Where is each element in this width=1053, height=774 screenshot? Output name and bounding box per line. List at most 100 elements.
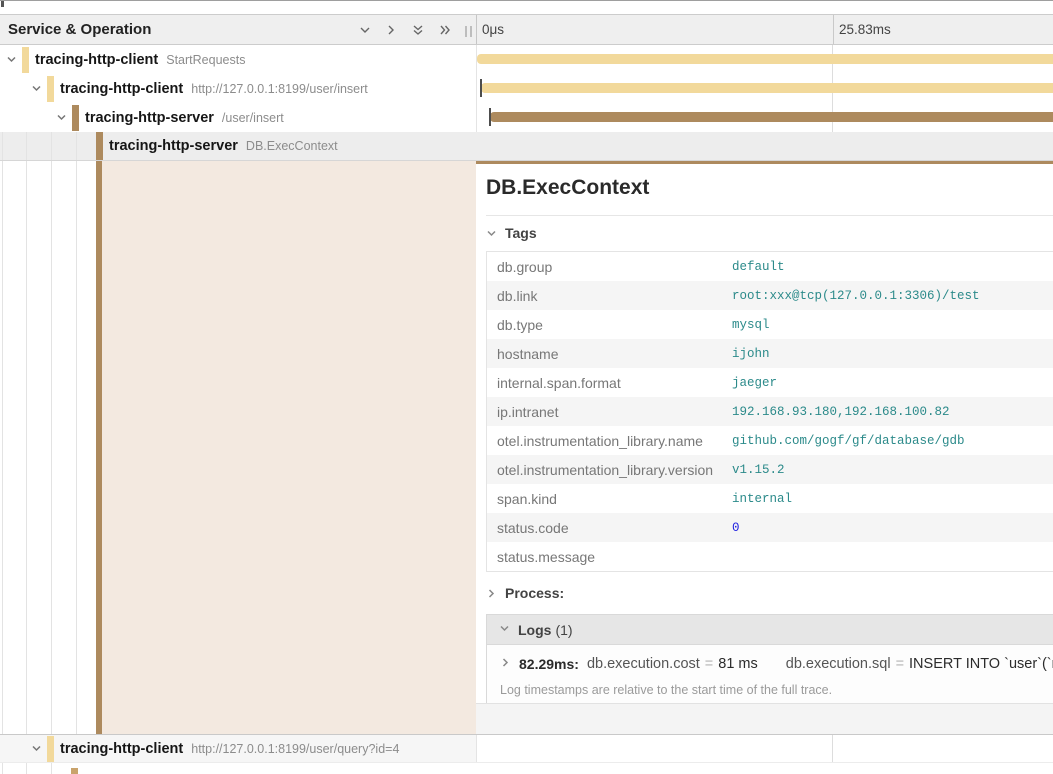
tag-key: db.group (487, 259, 732, 275)
log-field-value: 81 ms (718, 656, 758, 672)
chevron-down-icon (486, 228, 497, 239)
tag-value: 0 (732, 521, 740, 535)
span-operation-name: DB.ExecContext (246, 139, 338, 153)
span-row-partial[interactable] (0, 763, 1053, 774)
indent-guide (51, 763, 52, 774)
log-field-sql: db.execution.sql = INSERT INTO `user`(`n… (786, 656, 1053, 672)
span-timeline-cell[interactable] (476, 45, 1053, 74)
expand-all-icon[interactable] (438, 23, 454, 37)
span-color-swatch (47, 76, 54, 102)
span-row-client-query[interactable]: tracing-http-client http://127.0.0.1:819… (0, 735, 1053, 763)
timeline-ruler: 0μs 25.83ms (476, 15, 1053, 44)
log-entry-toggle[interactable]: 82.29ms: db.execution.cost = 81 ms db.ex… (487, 645, 1053, 679)
span-name-cell[interactable]: tracing-http-server DB.ExecContext (0, 132, 476, 160)
span-name-cell[interactable]: tracing-http-client StartRequests (0, 45, 476, 74)
tag-value: v1.15.2 (732, 463, 785, 477)
chevron-down-icon[interactable] (6, 54, 17, 65)
tag-row: span.kindinternal (487, 484, 1053, 513)
span-color-swatch (96, 132, 103, 160)
trace-timeline-view: Service & Operation 0μs 25.83ms tracing-… (0, 0, 1053, 774)
log-field-key: db.execution.sql (786, 656, 891, 672)
span-color-swatch (72, 105, 79, 131)
span-duration-bar[interactable] (490, 112, 1053, 122)
span-timeline-cell[interactable] (476, 735, 1053, 762)
span-service-name: tracing-http-server (85, 110, 214, 126)
ruler-tick-0: 0μs (482, 15, 504, 44)
chevron-right-icon (500, 655, 511, 673)
log-field-key: db.execution.cost (587, 656, 700, 672)
span-name-cell[interactable]: tracing-http-server /user/insert (0, 103, 476, 132)
indent-guide (2, 763, 3, 774)
detail-divider (486, 215, 1053, 216)
tag-key: internal.span.format (487, 375, 732, 391)
process-section-label: Process: (505, 585, 564, 601)
span-duration-bar[interactable] (477, 54, 1053, 64)
span-duration-bar[interactable] (481, 83, 1053, 93)
equals-sign: = (705, 656, 713, 672)
service-operation-title: Service & Operation (0, 21, 151, 38)
collapse-one-icon[interactable] (358, 23, 372, 37)
tag-key: db.type (487, 317, 732, 333)
chevron-right-icon (486, 588, 497, 599)
tag-row: status.code0 (487, 513, 1053, 542)
tag-value: 192.168.93.180,192.168.100.82 (732, 405, 950, 419)
ruler-tick-1: 25.83ms (839, 15, 891, 44)
span-timeline-cell[interactable] (476, 132, 1053, 160)
tag-key: status.code (487, 520, 732, 536)
indent-guide (26, 161, 27, 735)
span-row-start-requests[interactable]: tracing-http-client StartRequests (0, 45, 1053, 74)
span-service-name: tracing-http-client (60, 81, 183, 97)
span-row-db-exec-context-selected[interactable]: tracing-http-server DB.ExecContext (0, 132, 1053, 161)
indent-guide (2, 161, 3, 735)
span-operation-name: http://127.0.0.1:8199/user/insert (191, 82, 368, 96)
span-service-name: tracing-http-client (35, 52, 158, 68)
tags-table: db.groupdefault db.linkroot:xxx@tcp(127.… (486, 251, 1053, 572)
logs-section: Logs (1) 82.29ms: db.execution.cost = 81… (486, 614, 1053, 708)
equals-sign: = (896, 656, 904, 672)
span-operation-name: /user/insert (222, 111, 284, 125)
tag-value: default (732, 260, 785, 274)
tag-value: root:xxx@tcp(127.0.0.1:3306)/test (732, 289, 980, 303)
indent-guide (26, 763, 27, 774)
logs-section-toggle[interactable]: Logs (1) (487, 615, 1053, 645)
tag-row: status.message (487, 542, 1053, 571)
tag-key: status.message (487, 549, 732, 565)
chevron-down-icon[interactable] (56, 112, 67, 123)
tag-value: ijohn (732, 347, 770, 361)
span-name-cell[interactable]: tracing-http-client http://127.0.0.1:819… (0, 735, 476, 762)
expand-one-icon[interactable] (384, 23, 398, 37)
span-timeline-cell[interactable] (476, 103, 1053, 132)
tag-row: ip.intranet192.168.93.180,192.168.100.82 (487, 397, 1053, 426)
indent-guide (76, 161, 77, 735)
tag-value: mysql (732, 318, 770, 332)
tag-key: hostname (487, 346, 732, 362)
tag-row: otel.instrumentation_library.namegithub.… (487, 426, 1053, 455)
process-section-toggle[interactable]: Process: (486, 585, 564, 601)
span-row-client-insert[interactable]: tracing-http-client http://127.0.0.1:819… (0, 74, 1053, 103)
span-start-tick (480, 79, 482, 97)
span-operation-name: http://127.0.0.1:8199/user/query?id=4 (191, 742, 399, 756)
collapse-all-icon[interactable] (410, 23, 426, 37)
column-resize-handle[interactable] (465, 24, 472, 38)
selected-span-tint (102, 161, 476, 735)
span-timeline-cell[interactable] (476, 74, 1053, 103)
log-timestamp: 82.29ms: (519, 656, 579, 672)
detail-bottom-spacer (476, 703, 1053, 734)
indent-guide (51, 161, 52, 735)
chevron-down-icon[interactable] (31, 83, 42, 94)
logs-count: (1) (555, 622, 572, 638)
tags-section-toggle[interactable]: Tags (486, 225, 537, 241)
chevron-down-icon[interactable] (31, 743, 42, 754)
tag-key: span.kind (487, 491, 732, 507)
span-operation-name: StartRequests (166, 53, 245, 67)
chevron-down-icon (499, 621, 510, 639)
span-name-cell[interactable]: tracing-http-client http://127.0.0.1:819… (0, 74, 476, 103)
service-operation-header: Service & Operation (0, 15, 476, 44)
tags-section-label: Tags (505, 225, 537, 241)
span-row-server-insert[interactable]: tracing-http-server /user/insert (0, 103, 1053, 132)
tag-row: internal.span.formatjaeger (487, 368, 1053, 397)
span-detail-panel: DB.ExecContext Tags db.groupdefault db.l… (476, 161, 1053, 735)
log-field-value: INSERT INTO `user`(`name` (909, 656, 1053, 672)
span-color-swatch (71, 768, 78, 774)
tag-key: otel.instrumentation_library.name (487, 433, 732, 449)
